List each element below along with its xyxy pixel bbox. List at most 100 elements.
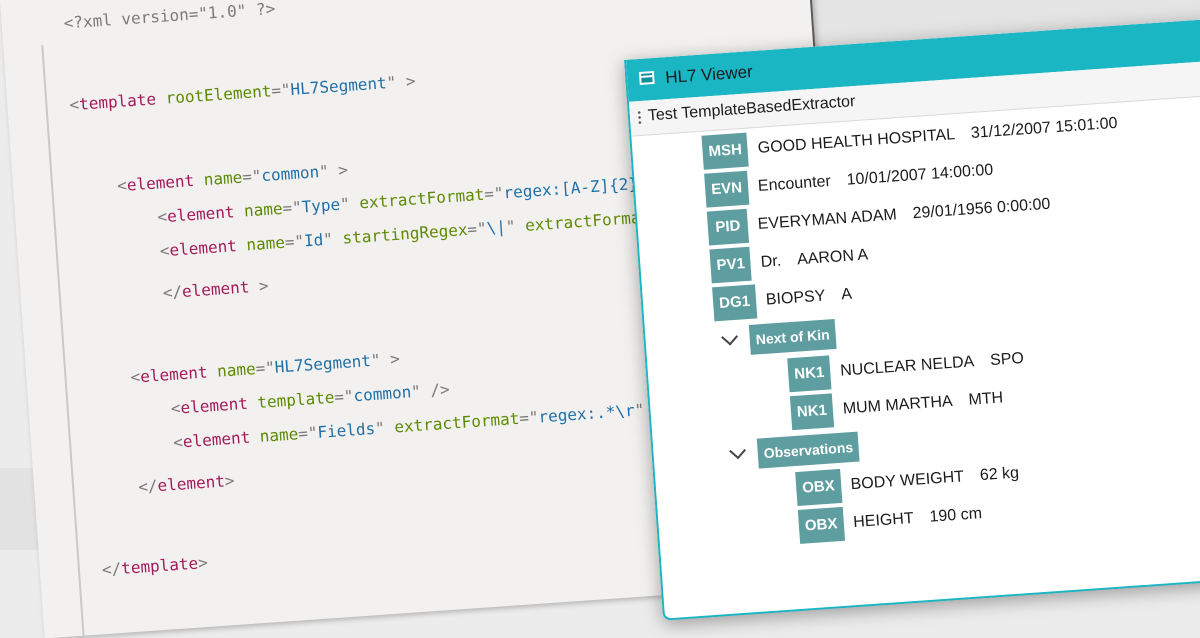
segment-field-value: 31/12/2007 15:01:00 [970,114,1119,142]
code-token: name [259,424,299,446]
code-token: =" [483,183,505,204]
code-line: </template> [101,553,208,580]
segment-field-value: 10/01/2007 14:00:00 [846,161,994,189]
code-line: <element template="common" /> [170,380,450,419]
toolbar-grip-icon[interactable] [637,109,642,127]
code-token: " [339,193,361,214]
tree-group-row[interactable]: Next of Kin [721,315,847,359]
code-token: HL7Segment [289,73,388,99]
code-token: </ [101,558,122,580]
code-token: =" [518,407,540,428]
code-token: " [322,228,344,250]
code-token: regex:.*\r [537,400,636,427]
group-label: Observations [756,431,861,469]
segment-field-value: MUM MARTHA [842,392,954,418]
segment-field-value: 29/01/1956 0:00:00 [912,195,1051,223]
segment-field-value: NUCLEAR NELDA [839,353,975,380]
window-title: HL7 Viewer [664,62,754,88]
code-token: </ [137,476,159,497]
segment-tag: PID [706,208,750,246]
segment-tag: NK1 [789,393,835,431]
code-token: =" [466,218,488,239]
chevron-down-icon[interactable] [729,442,747,460]
segment-field-value: HEIGHT [852,509,915,532]
code-token: Id [303,230,324,251]
code-token: element [168,236,238,260]
segment-field-value: 190 cm [929,505,983,526]
code-token: <?xml version="1.0" ?> [63,0,276,33]
segment-tree[interactable]: MSH GOOD HEALTH HOSPITAL 31/12/2007 15:01:… [631,94,1200,619]
code-token: name [243,198,284,221]
code-token: element [181,277,250,301]
code-token: > [224,470,236,491]
code-token: template [256,387,335,413]
segment-field-value: BIOPSY [765,287,826,309]
segment-tag: NK1 [787,355,832,393]
segment-field-value: MTH [967,389,1004,409]
code-token: " /> [410,379,451,402]
code-token: =" [297,422,319,444]
code-token: extractFormat [524,207,651,235]
code-token: " > [318,160,349,182]
code-token: startingRegex [341,219,469,248]
segment-tag: OBX [795,468,842,506]
code-token: Type [301,194,341,217]
code-token: =" [333,386,355,407]
code-token: element [156,471,226,496]
code-token: > [197,552,209,573]
code-line: </element > [162,276,269,303]
code-token: Fields [316,418,376,442]
segment-tag: MSH [701,132,750,170]
code-token: rootElement [164,81,272,108]
segment-field-value: EVERYMAN ADAM [757,206,898,234]
code-token: element [179,393,249,418]
code-token: element [166,202,236,226]
code-token: element [126,170,195,195]
segment-field-value: SPO [989,349,1025,370]
chevron-down-icon[interactable] [721,328,739,346]
editor-gutter-line [41,45,87,638]
code-token: HL7Segment [274,351,372,377]
code-token: template [78,89,157,114]
code-token: " > [370,349,401,370]
segment-field-value: A [840,285,853,304]
window-icon [638,70,655,85]
code-token: common [352,382,412,406]
code-line: <template rootElement="HL7Segment" > [69,71,416,115]
code-token: extractFormat [393,408,520,437]
segment-field-value: Encounter [757,172,832,195]
segment-tag: PV1 [709,246,753,284]
segment-tag: EVN [704,170,750,208]
code-token: =" [270,79,292,101]
segment-field-value: AARON A [796,246,869,269]
code-token: name [245,232,286,255]
segment-field-value: GOOD HEALTH HOSPITAL [757,126,956,157]
code-token: </ [162,282,183,303]
code-token: template [120,553,199,578]
segment-tag: DG1 [712,284,758,322]
code-token: =" [281,197,303,218]
code-token: element [139,362,209,387]
code-line: <?xml version="1.0" ?> [63,0,276,34]
code-token: name [216,359,257,381]
code-token: " [505,215,526,237]
hl7-viewer-window[interactable]: HL7 Viewer Test TemplateBasedExtractor M… [624,17,1200,621]
code-token: =" [241,166,263,187]
code-line: <element name="HL7Segment" > [130,349,400,388]
test-extractor-button[interactable]: Test TemplateBasedExtractor [647,93,856,125]
code-token: " > [385,71,417,93]
code-line: <element name="common" > [117,160,349,196]
segment-field-value: Dr. [760,252,782,271]
code-token: common [260,162,320,186]
code-token: " [374,417,395,438]
code-token: extractFormat [358,184,485,213]
code-token: element [182,427,251,452]
segment-field-value: 62 kg [979,464,1020,485]
code-token: name [203,167,243,190]
code-token: > [248,275,270,297]
code-token: \| [485,217,507,238]
segment-field-value: BODY WEIGHT [850,468,965,494]
group-label: Next of Kin [748,318,837,355]
code-line: </element> [138,471,236,498]
segment-tag: OBX [797,506,845,544]
